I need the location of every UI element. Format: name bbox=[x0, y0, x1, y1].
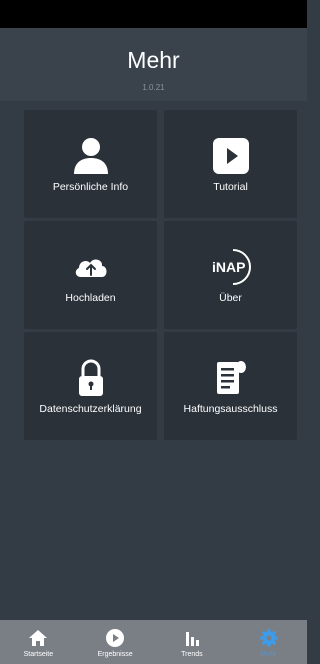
inap-logo-text: iNAP bbox=[212, 259, 245, 275]
tab-label: Startseite bbox=[23, 651, 54, 658]
person-icon bbox=[24, 136, 157, 176]
page-title: Mehr bbox=[127, 47, 180, 73]
cloud-upload-icon bbox=[24, 247, 157, 287]
tab-label: Mehr bbox=[260, 651, 277, 658]
status-bar bbox=[0, 0, 307, 28]
tab-ergebnisse[interactable]: Ergebnisse bbox=[77, 620, 154, 664]
tile-privacy[interactable]: Datenschutzerklärung bbox=[24, 332, 157, 440]
tile-label: Persönliche Info bbox=[52, 181, 129, 193]
tab-label: Ergebnisse bbox=[97, 651, 133, 658]
tile-label: Tutorial bbox=[213, 181, 248, 193]
tab-trends[interactable]: Trends bbox=[154, 620, 231, 664]
tab-mehr[interactable]: Mehr bbox=[230, 620, 307, 664]
tile-label: Haftungsausschluss bbox=[183, 403, 278, 415]
tile-personal-info[interactable]: Persönliche Info bbox=[24, 110, 157, 218]
bar-chart-icon bbox=[154, 628, 231, 648]
tile-about[interactable]: iNAP Über bbox=[164, 221, 297, 329]
inap-logo-icon: iNAP bbox=[164, 247, 297, 287]
play-circle-icon bbox=[77, 628, 154, 648]
tile-upload[interactable]: Hochladen bbox=[24, 221, 157, 329]
gear-icon bbox=[230, 628, 307, 648]
tile-tutorial[interactable]: Tutorial bbox=[164, 110, 297, 218]
tile-label: Über bbox=[219, 292, 242, 304]
play-icon bbox=[164, 136, 297, 176]
document-icon bbox=[164, 358, 297, 398]
tab-label: Trends bbox=[181, 651, 203, 658]
tile-label: Hochladen bbox=[65, 292, 116, 304]
home-icon bbox=[0, 628, 77, 648]
tile-disclaimer[interactable]: Haftungsausschluss bbox=[164, 332, 297, 440]
tab-startseite[interactable]: Startseite bbox=[0, 620, 77, 664]
tile-label: Datenschutzerklärung bbox=[39, 403, 142, 415]
app-version: 1.0.21 bbox=[142, 83, 165, 92]
page-header: Mehr 1.0.21 bbox=[0, 28, 307, 101]
bottom-tab-bar: Startseite Ergebnisse Trends Mehr bbox=[0, 620, 307, 664]
lock-icon bbox=[24, 358, 157, 398]
